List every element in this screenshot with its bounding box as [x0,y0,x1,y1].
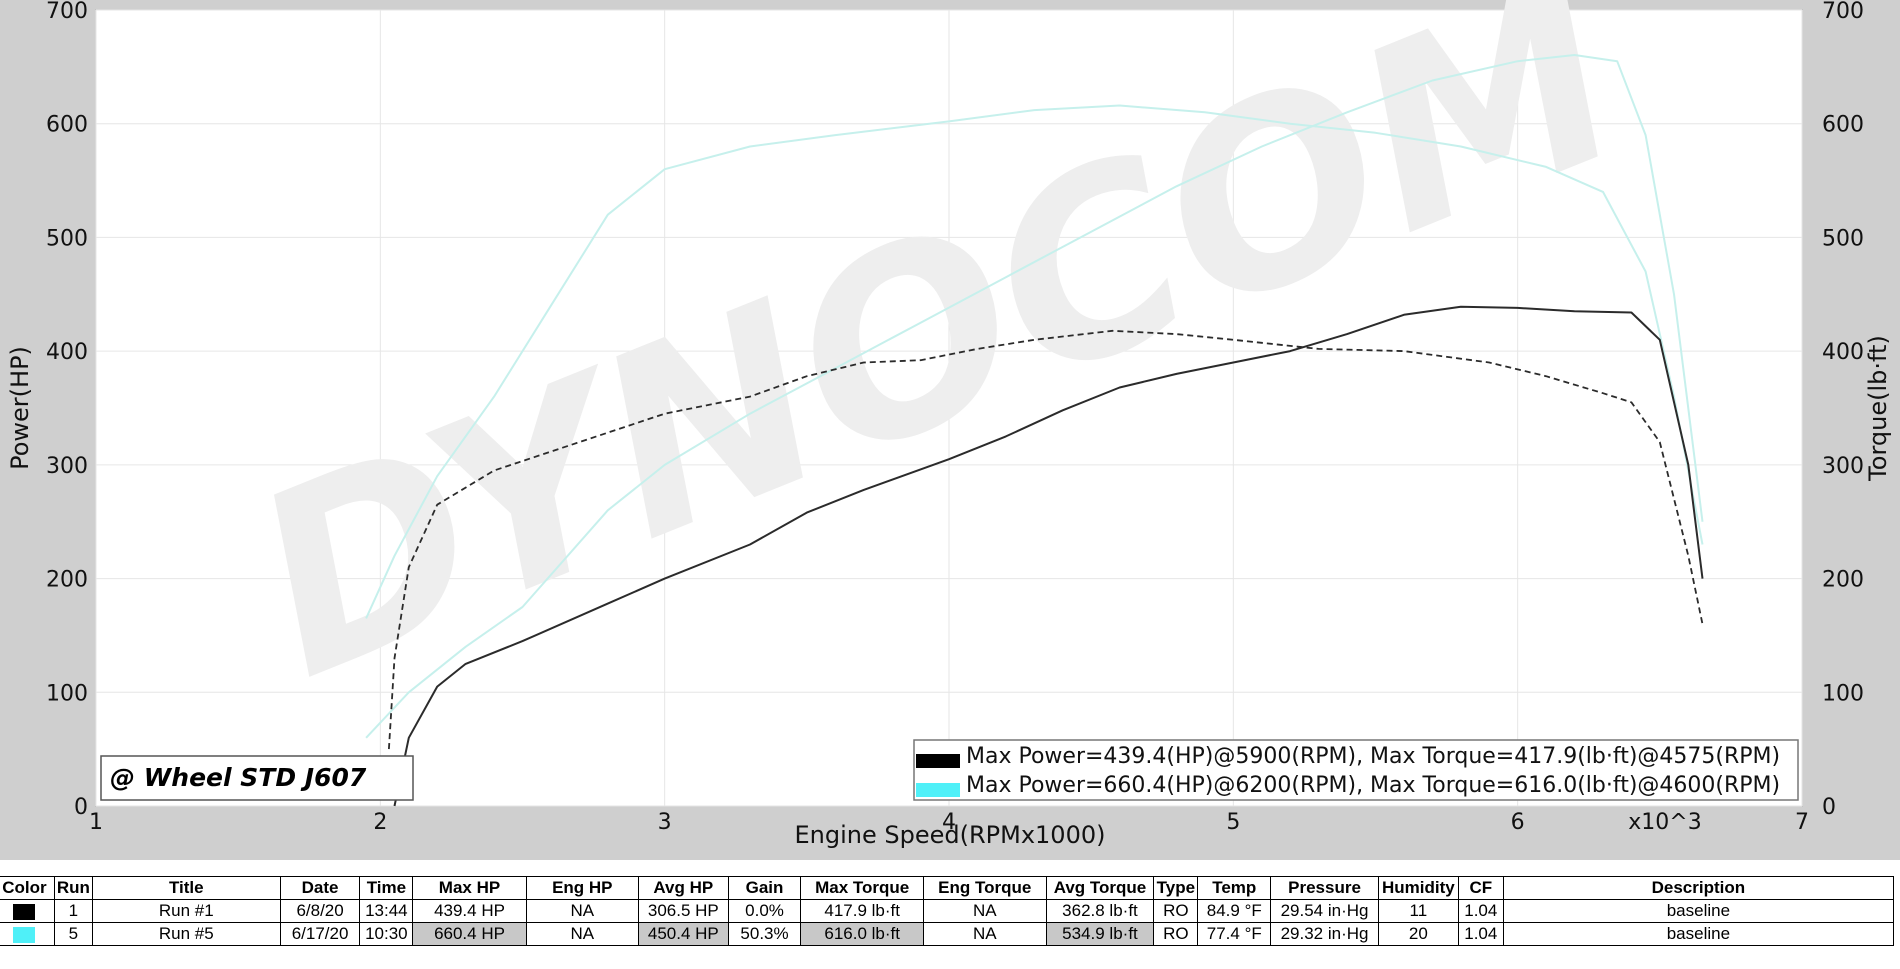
cell-max-torque: 616.0 lb·ft [800,922,924,946]
col-header-description: Description [1502,876,1895,900]
cell-run: 1 [53,899,93,923]
cell-gain: 0.0% [727,899,802,923]
col-header-eng-hp: Eng HP [525,876,639,900]
cell-pressure: 29.32 in·Hg [1270,922,1379,946]
cell-gain: 50.3% [727,922,802,946]
cell-type: RO [1153,899,1199,923]
col-header-type: Type [1153,876,1199,900]
legend-entry-run5: Max Power=660.4(HP)@6200(RPM), Max Torqu… [966,773,1780,798]
y-tick-label-left: 300 [46,454,88,479]
cell-cf: 1.04 [1457,922,1504,946]
y-axis-title-right: Torque(lb·ft) [1864,335,1892,482]
cell-max-hp: 439.4 HP [412,899,527,923]
cell-time: 10:30 [359,922,414,946]
run-summary-table: Color Run Title Date Time Max HP Eng HP … [0,876,1895,946]
cell-title: Run #5 [91,922,281,946]
corner-label: @ Wheel STD J607 [110,763,367,792]
cell-run: 5 [53,922,93,946]
color-swatch [13,903,36,920]
col-header-temp: Temp [1197,876,1272,900]
cell-temp: 77.4 °F [1197,922,1272,946]
dyno-chart: DYNOCOM 1 2 3 4 5 6 7 0 0 100 100 200 200 300 300 400 40… [0,0,1900,860]
col-header-max-hp: Max HP [412,876,527,900]
corner-label-box: @ Wheel STD J607 [100,755,414,801]
cell-temp: 84.9 °F [1197,899,1272,923]
col-header-eng-torque: Eng Torque [922,876,1047,900]
col-header-max-torque: Max Torque [800,876,924,900]
cell-description: baseline [1502,922,1895,946]
table-row[interactable]: 5 Run #5 6/17/20 10:30 660.4 HP NA 450.4… [0,922,1895,946]
cell-pressure: 29.54 in·Hg [1270,899,1379,923]
y-tick-label-left: 0 [74,795,88,820]
legend-swatch-run1 [916,754,960,768]
cell-color [0,899,55,923]
legend: Max Power=439.4(HP)@5900(RPM), Max Torqu… [913,739,1799,801]
y-tick-label-right: 400 [1822,340,1864,365]
y-tick-label-left: 500 [46,226,88,251]
cell-max-torque: 417.9 lb·ft [800,899,924,923]
cell-avg-torque: 362.8 lb·ft [1045,899,1155,923]
legend-entry-run1: Max Power=439.4(HP)@5900(RPM), Max Torqu… [966,744,1780,769]
x-tick-label: 2 [373,810,387,835]
cell-date: 6/8/20 [279,899,361,923]
table-header-row: Color Run Title Date Time Max HP Eng HP … [0,876,1895,900]
col-header-pressure: Pressure [1270,876,1379,900]
cell-color [0,922,55,946]
cell-eng-hp: NA [525,922,639,946]
x-tick-label: 5 [1226,810,1240,835]
y-tick-label-left: 100 [46,681,88,706]
y-axis-title-left: Power(HP) [6,346,34,470]
y-tick-label-right: 100 [1822,681,1864,706]
col-header-avg-torque: Avg Torque [1045,876,1155,900]
color-swatch [13,926,36,943]
cell-cf: 1.04 [1457,899,1504,923]
col-header-color: Color [0,876,55,900]
y-tick-label-left: 700 [46,0,88,24]
table-row[interactable]: 1 Run #1 6/8/20 13:44 439.4 HP NA 306.5 … [0,899,1895,923]
col-header-run: Run [53,876,93,900]
dyno-chart-svg: DYNOCOM 1 2 3 4 5 6 70 0100 100200 200300 300400 40… [0,0,1900,860]
cell-description: baseline [1502,899,1895,923]
cell-type: RO [1153,922,1199,946]
cell-avg-torque: 534.9 lb·ft [1045,922,1155,946]
y-tick-label-left: 400 [46,340,88,365]
x-tick-label: 6 [1511,810,1525,835]
cell-time: 13:44 [359,899,414,923]
cell-max-hp: 660.4 HP [412,922,527,946]
cell-title: Run #1 [91,899,281,923]
x-tick-label: 1 [89,810,103,835]
cell-eng-hp: NA [525,899,639,923]
col-header-date: Date [279,876,361,900]
cell-humidity: 20 [1377,922,1459,946]
y-tick-label-right: 500 [1822,226,1864,251]
x-multiplier-label: x10^3 [1628,810,1701,835]
y-tick-label-right: 600 [1822,113,1864,138]
x-axis-title: Engine Speed(RPMx1000) [795,821,1106,849]
y-tick-label-right: 300 [1822,454,1864,479]
cell-avg-hp: 450.4 HP [637,922,729,946]
col-header-cf: CF [1457,876,1504,900]
col-header-humidity: Humidity [1377,876,1459,900]
y-tick-label-left: 600 [46,113,88,138]
y-tick-label-right: 0 [1822,795,1836,820]
cell-eng-torque: NA [922,922,1047,946]
cell-eng-torque: NA [922,899,1047,923]
col-header-title: Title [91,876,281,900]
cell-avg-hp: 306.5 HP [637,899,729,923]
col-header-avg-hp: Avg HP [637,876,729,900]
y-tick-label-right: 700 [1822,0,1864,24]
cell-date: 6/17/20 [279,922,361,946]
col-header-gain: Gain [727,876,802,900]
y-tick-label-left: 200 [46,568,88,593]
cell-humidity: 11 [1377,899,1459,923]
legend-swatch-run5 [916,783,960,797]
x-tick-label: 7 [1795,810,1809,835]
x-tick-label: 3 [658,810,672,835]
col-header-time: Time [359,876,414,900]
y-tick-label-right: 200 [1822,568,1864,593]
